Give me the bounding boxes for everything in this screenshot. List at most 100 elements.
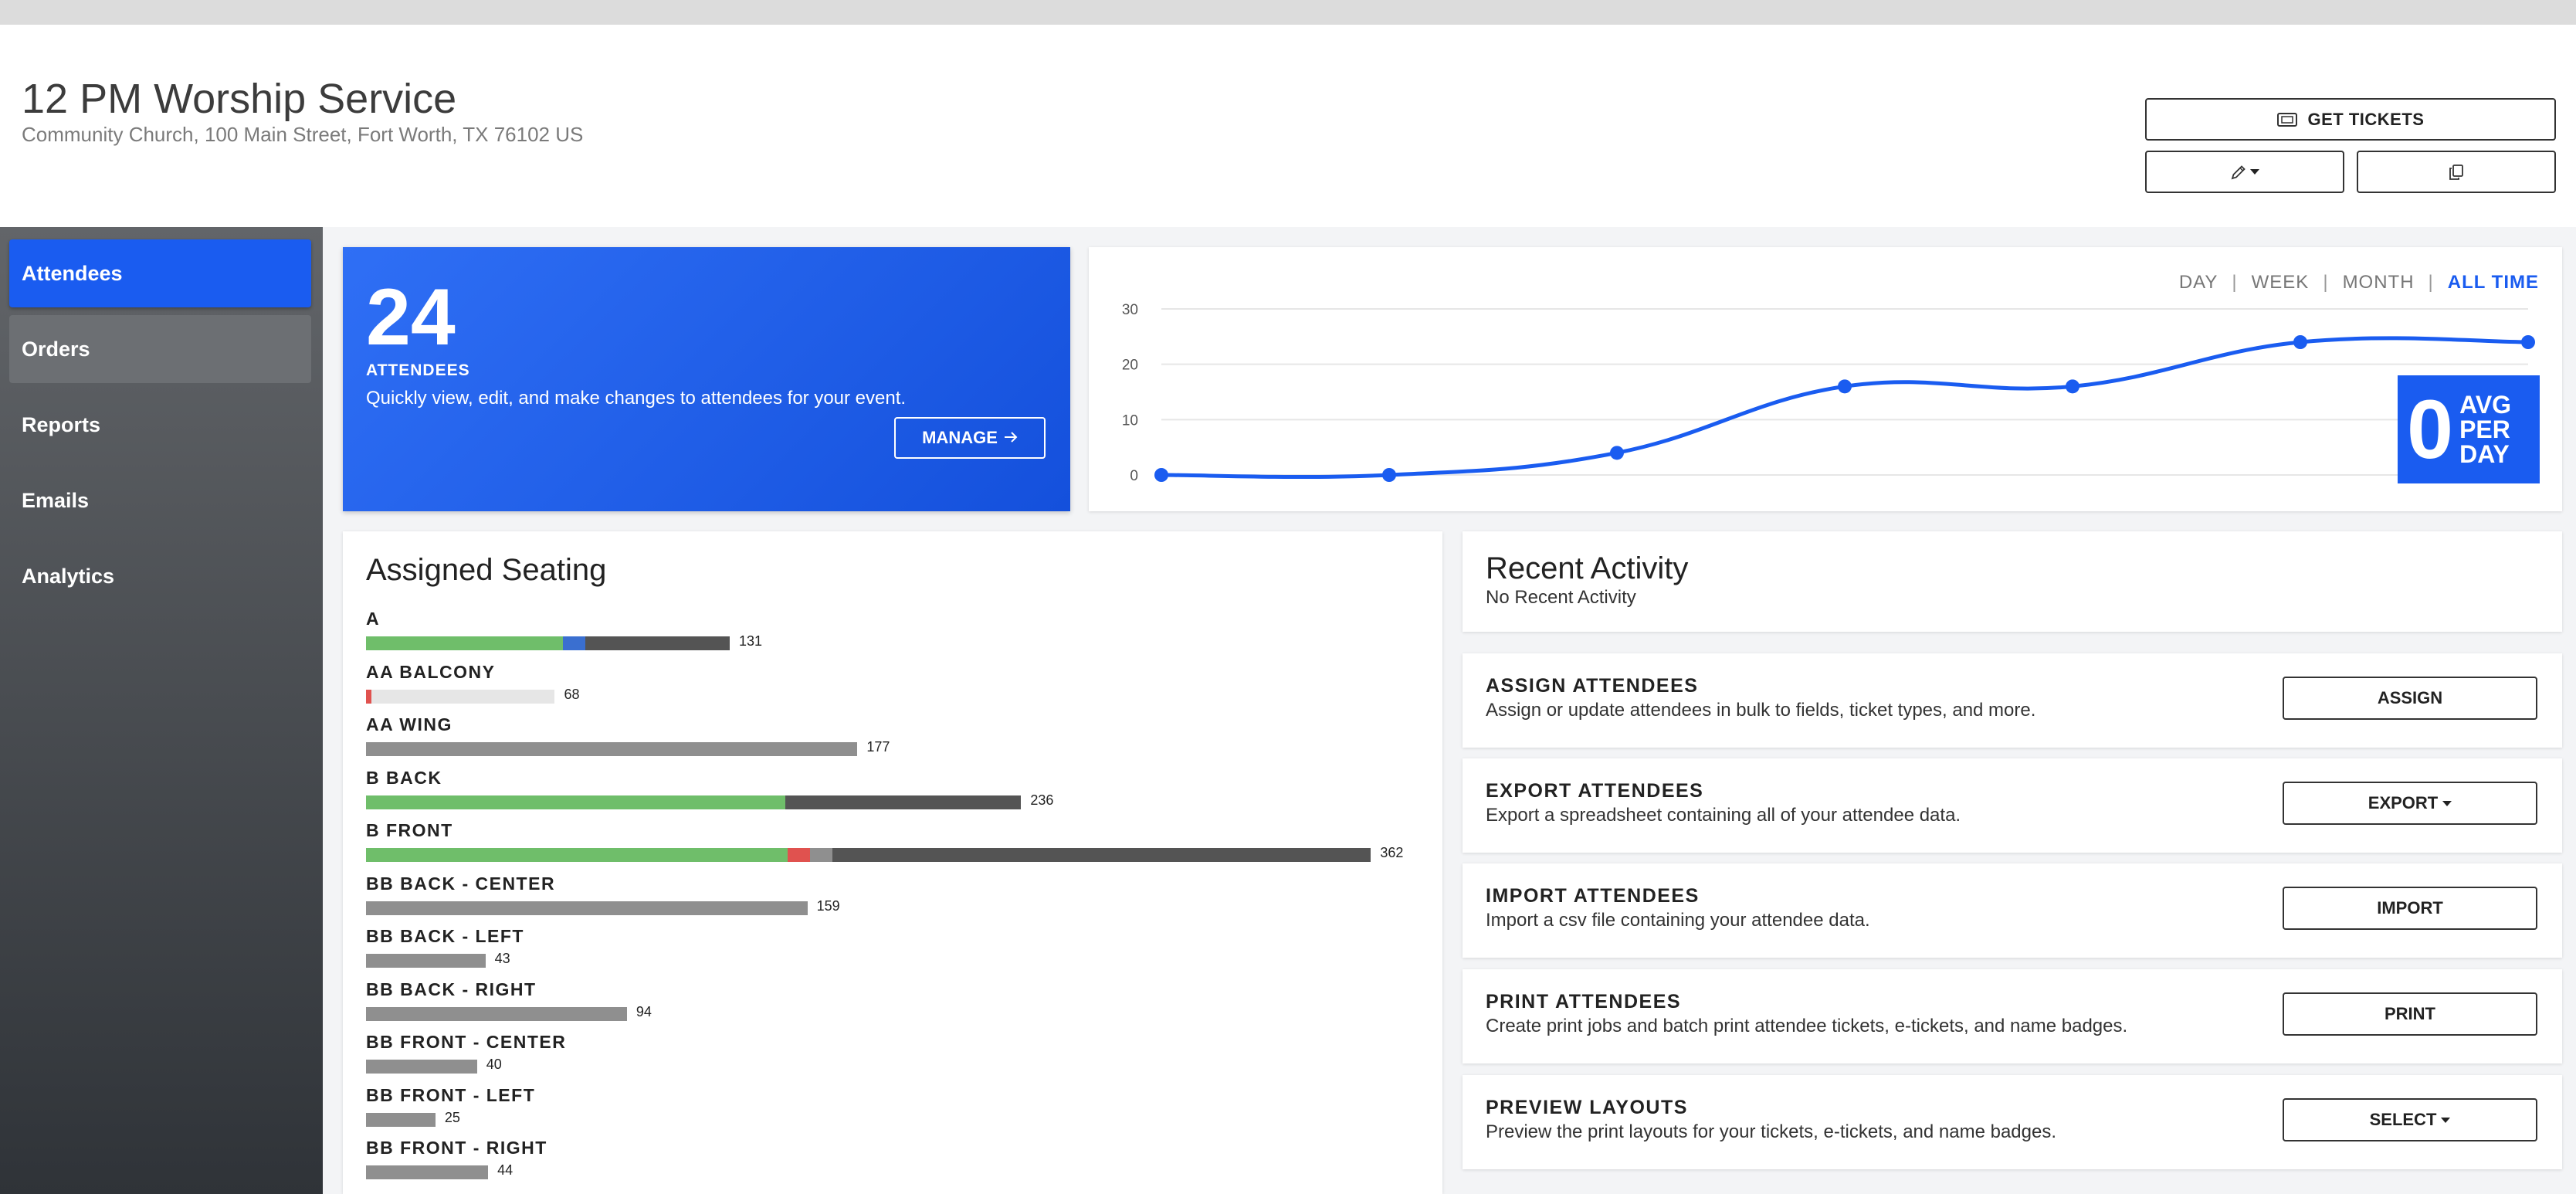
get-tickets-label: GET TICKETS (2307, 109, 2425, 129)
action-title: PRINT ATTENDEES (1486, 991, 1682, 1013)
sidebar-item-label: Emails (22, 488, 90, 512)
seating-section-name: AA BALCONY (366, 661, 496, 682)
seating-section-name: BB BACK - RIGHT (366, 979, 537, 999)
seating-section-count: 131 (738, 633, 762, 649)
avg-per-day-badge: 0 AVG PER DAY (2398, 375, 2540, 483)
seating-capacity-bar (366, 954, 486, 968)
seating-section-name: B FRONT (366, 820, 453, 840)
preview-layouts-card: PREVIEW LAYOUTS Preview the print layout… (1463, 1075, 2562, 1169)
seating-section-name: BB FRONT - CENTER (366, 1032, 567, 1052)
tab-separator: | (2232, 272, 2238, 293)
arrow-right-icon (1004, 428, 1018, 448)
seating-capacity-bar (366, 848, 1371, 862)
assign-button-label: ASSIGN (2377, 688, 2443, 707)
chart-range-tabs: DAY | WEEK | MONTH | ALL TIME (2179, 272, 2539, 293)
data-point[interactable] (1382, 468, 1396, 482)
manage-button[interactable]: MANAGE (894, 417, 1046, 459)
select-button-label: SELECT (2369, 1110, 2437, 1129)
seating-section-count: 43 (494, 951, 510, 966)
tab-separator: | (2428, 272, 2434, 293)
get-tickets-button[interactable]: GET TICKETS (2145, 98, 2556, 141)
per-word: PER (2459, 416, 2510, 443)
copy-button[interactable] (2357, 151, 2556, 193)
sidebar-item-label: Orders (22, 337, 90, 361)
assign-attendees-card: ASSIGN ATTENDEES Assign or update attend… (1463, 653, 2562, 748)
seating-section-name: BB FRONT - RIGHT (366, 1138, 547, 1158)
pencil-icon (2230, 164, 2247, 181)
action-title: PREVIEW LAYOUTS (1486, 1097, 1688, 1118)
action-title: ASSIGN ATTENDEES (1486, 675, 1699, 697)
sidebar-item-label: Analytics (22, 564, 115, 588)
seating-bar-segment-dark (585, 636, 730, 650)
seating-bar-segment-red (788, 848, 811, 862)
attendee-count-label: ATTENDEES (366, 361, 470, 379)
event-title: 12 PM Worship Service (22, 76, 457, 122)
seating-section-name: A (366, 609, 381, 629)
import-button-label: IMPORT (2377, 898, 2443, 918)
assign-button[interactable]: ASSIGN (2283, 677, 2537, 720)
seating-bar-segment-blue (563, 636, 585, 650)
attendance-chart-card: 0 10 20 30 DAY | WEEK | MONTH | ALL TIME 0 … (1089, 247, 2562, 511)
seating-section-count: 362 (1380, 845, 1404, 860)
print-button[interactable]: PRINT (2283, 992, 2537, 1036)
tab-month[interactable]: MONTH (2343, 272, 2415, 293)
data-point[interactable] (2293, 335, 2307, 349)
attendees-summary-card: 24 ATTENDEES Quickly view, edit, and mak… (343, 247, 1070, 511)
y-tick-label: 0 (1130, 468, 1138, 484)
action-title: EXPORT ATTENDEES (1486, 780, 1704, 802)
sidebar-item-orders[interactable]: Orders (9, 315, 311, 383)
import-button[interactable]: IMPORT (2283, 887, 2537, 930)
data-point[interactable] (2066, 379, 2079, 394)
seating-capacity-bar (366, 1060, 477, 1074)
recent-activity-card: Recent Activity No Recent Activity (1463, 531, 2562, 632)
day-word: DAY (2459, 440, 2510, 468)
action-description: Create print jobs and batch print attend… (1486, 1016, 2128, 1036)
seating-section-row: B FRONT 362 (366, 820, 1432, 873)
import-attendees-card: IMPORT ATTENDEES Import a csv file conta… (1463, 863, 2562, 958)
seating-section-row: AA WING 177 (366, 714, 1432, 767)
data-point[interactable] (1838, 379, 1852, 394)
data-point[interactable] (1154, 468, 1168, 482)
avg-per-day-value: 0 (2407, 382, 2454, 476)
seating-bar-segment-red (366, 689, 372, 704)
seating-capacity-bar (366, 742, 858, 756)
seating-section-count: 94 (636, 1003, 652, 1019)
print-attendees-card: PRINT ATTENDEES Create print jobs and ba… (1463, 969, 2562, 1063)
y-tick-label: 20 (1122, 358, 1138, 374)
seating-capacity-bar (366, 901, 808, 915)
select-layout-dropdown-button[interactable]: SELECT (2283, 1098, 2537, 1141)
event-address: Community Church, 100 Main Street, Fort … (22, 123, 584, 146)
seating-section-row: BB FRONT - LEFT 25 (366, 1085, 1432, 1138)
seating-bar-segment-gray (366, 1006, 627, 1021)
seating-section-name: BB FRONT - LEFT (366, 1084, 536, 1105)
edit-dropdown-button[interactable] (2145, 151, 2344, 193)
action-title: IMPORT ATTENDEES (1486, 885, 1700, 907)
seating-section-name: BB BACK - LEFT (366, 926, 524, 946)
export-button-label: EXPORT (2368, 793, 2439, 812)
seating-section-row: B BACK 236 (366, 768, 1432, 820)
sidebar-item-attendees[interactable]: Attendees (9, 239, 311, 307)
seating-capacity-bar (366, 795, 1022, 809)
data-point[interactable] (2521, 335, 2535, 349)
seating-capacity-bar (366, 1165, 489, 1179)
sidebar-item-reports[interactable]: Reports (9, 391, 311, 459)
tab-week[interactable]: WEEK (2252, 272, 2310, 293)
seating-bar-segment-green (366, 636, 564, 650)
export-dropdown-button[interactable]: EXPORT (2283, 782, 2537, 825)
seating-capacity-bar (366, 1006, 627, 1021)
sidebar-item-emails[interactable]: Emails (9, 466, 311, 534)
seating-section-row: BB BACK - RIGHT 94 (366, 979, 1432, 1032)
assigned-seating-card: Assigned Seating A 131 AA BALCONY 68 AA WING… (343, 531, 1442, 1194)
seating-bar-segment-dark (785, 795, 1022, 809)
action-description: Preview the print layouts for your ticke… (1486, 1121, 2057, 1142)
tab-all-time[interactable]: ALL TIME (2448, 272, 2539, 293)
sidebar-item-analytics[interactable]: Analytics (9, 542, 311, 610)
avg-word: AVG (2459, 391, 2512, 419)
tab-day[interactable]: DAY (2179, 272, 2218, 293)
seating-section-row: BB BACK - LEFT 43 (366, 926, 1432, 979)
seating-section-count: 40 (486, 1057, 502, 1072)
seating-section-count: 25 (444, 1109, 460, 1125)
data-point[interactable] (1610, 446, 1624, 460)
seating-bar-segment-gray (366, 901, 808, 915)
seating-section-count: 177 (866, 739, 890, 755)
